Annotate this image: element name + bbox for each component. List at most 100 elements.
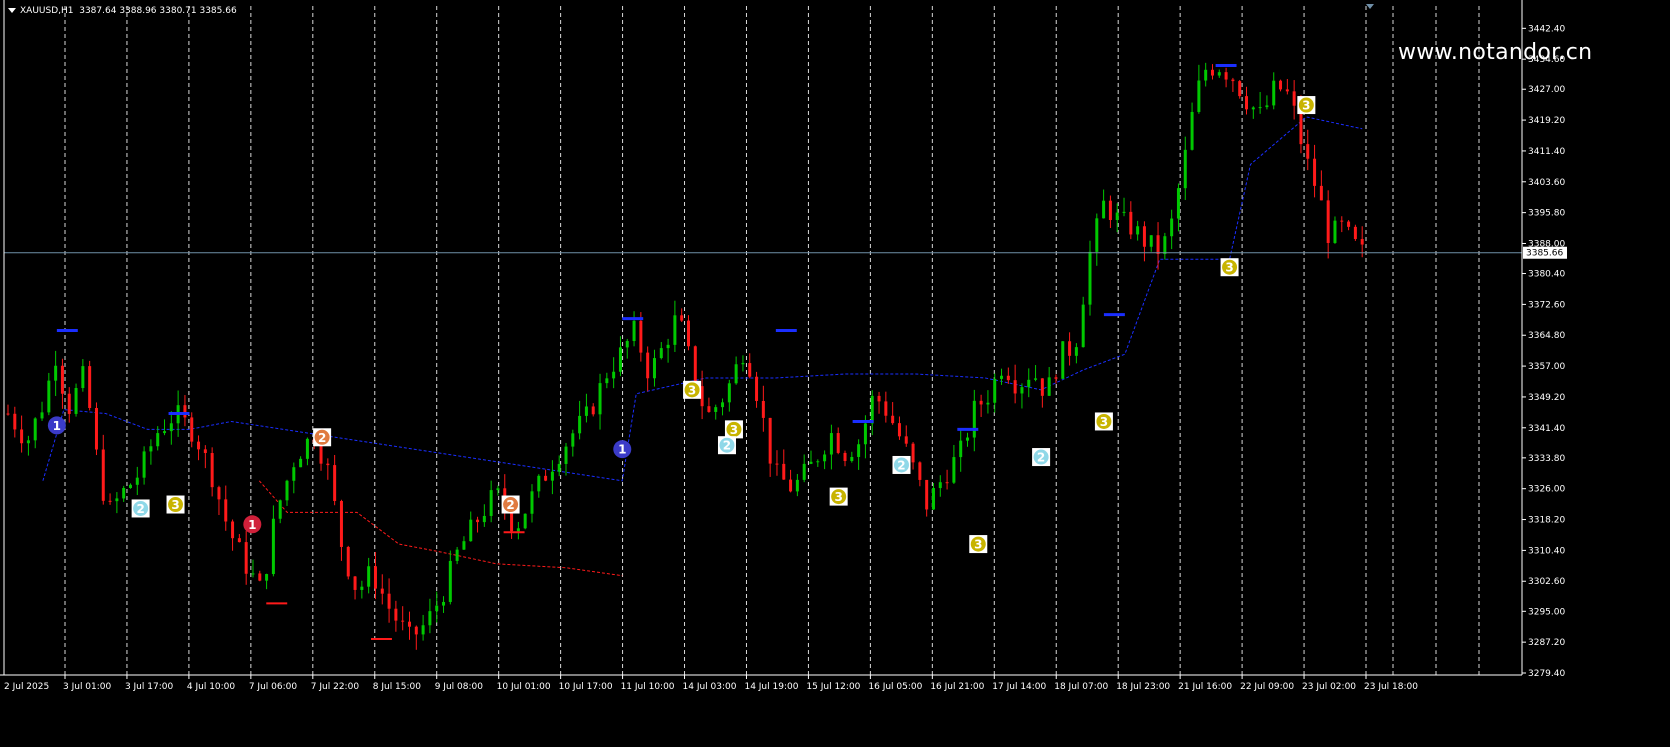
candle-body <box>782 463 786 480</box>
wave-badge: 2 <box>892 455 911 474</box>
candle-body <box>197 441 201 450</box>
candle-body <box>251 573 255 575</box>
candle-body <box>1279 80 1283 90</box>
candle-body <box>360 586 364 590</box>
price-tick-label: 3411.40 <box>1528 147 1565 157</box>
candle-body <box>687 320 690 347</box>
candle-body <box>40 412 44 419</box>
symbol-header[interactable]: XAUUSD,H1 3387.64 3388.96 3380.71 3385.6… <box>8 6 237 16</box>
candle-body <box>1360 239 1364 245</box>
candle-body <box>1333 220 1337 243</box>
candle-body <box>959 440 963 458</box>
candle-body <box>169 423 173 432</box>
candle-body <box>442 601 446 606</box>
candle-body <box>1088 251 1092 305</box>
candle-body <box>6 413 10 415</box>
wave-badge: 3 <box>829 487 848 506</box>
badge-label: 2 <box>1037 451 1045 465</box>
candle-body <box>462 541 466 550</box>
current-price-label: 3385.66 <box>1526 249 1563 259</box>
candle-body <box>1258 107 1262 109</box>
price-tick-label: 3372.60 <box>1528 300 1565 310</box>
time-tick-label: 2 Jul 2025 <box>4 682 49 692</box>
candle-body <box>81 366 85 389</box>
price-tick-label: 3357.00 <box>1528 362 1565 372</box>
time-tick-label: 3 Jul 01:00 <box>63 682 112 692</box>
candle-body <box>823 454 827 462</box>
candle-body <box>265 574 269 581</box>
candle-body <box>421 625 425 635</box>
chart-window[interactable]: 12312213323232333 3442.40 3434.60 3427.00 3… <box>0 0 1670 743</box>
candle-body <box>666 344 670 349</box>
candle-body <box>305 438 309 459</box>
price-tick-label: 3349.20 <box>1528 393 1565 403</box>
candle-body <box>1149 235 1153 247</box>
candle-body <box>768 417 772 464</box>
price-tick-label: 3380.40 <box>1528 270 1565 280</box>
candle-body <box>625 341 629 348</box>
candle-body <box>13 413 17 430</box>
candle-body <box>598 383 602 415</box>
wave-badge: 3 <box>969 535 988 554</box>
candle-body <box>557 463 561 472</box>
badge-label: 2 <box>723 439 731 453</box>
candle-body <box>224 499 228 522</box>
wave-badge: 2 <box>131 499 150 518</box>
time-tick-label: 10 Jul 01:00 <box>497 682 551 692</box>
chevron-down-icon[interactable] <box>8 8 16 13</box>
candle-body <box>258 573 262 581</box>
wave-badge: 3 <box>1094 412 1113 431</box>
candle-body <box>1347 221 1351 227</box>
time-tick-label: 9 Jul 08:00 <box>435 682 484 692</box>
candle-body <box>918 462 922 480</box>
price-tick-label: 3333.80 <box>1528 454 1565 464</box>
wave-badge: 2 <box>501 495 520 514</box>
candle-body <box>931 488 935 510</box>
candle-body <box>605 378 609 384</box>
badge-label: 3 <box>688 383 696 397</box>
price-tick-label: 3427.00 <box>1528 85 1565 95</box>
candle-body <box>680 315 684 321</box>
badge-label: 3 <box>730 423 738 437</box>
candle-body <box>945 482 949 484</box>
candle-body <box>727 383 731 403</box>
candle-body <box>1136 226 1140 235</box>
candle-body <box>836 433 840 453</box>
candle-body <box>326 463 330 466</box>
candle-body <box>67 393 71 414</box>
candle-body <box>1000 375 1004 379</box>
candle-body <box>693 346 697 387</box>
candle-body <box>891 415 895 424</box>
candle-body <box>1204 69 1208 81</box>
time-tick-label: 14 Jul 19:00 <box>744 682 798 692</box>
candle-body <box>380 588 384 594</box>
price-tick-label: 3302.60 <box>1528 577 1565 587</box>
candle-body <box>1183 149 1187 189</box>
candle-body <box>1238 81 1242 97</box>
candle-body <box>346 546 350 577</box>
candle-body <box>448 560 452 602</box>
candle-body <box>339 500 343 547</box>
candle-body <box>414 626 418 635</box>
badge-label: 2 <box>318 431 326 445</box>
candle-body <box>20 429 24 444</box>
candle-body <box>809 461 813 464</box>
candle-body <box>523 513 527 529</box>
time-tick-label: 18 Jul 23:00 <box>1116 682 1170 692</box>
price-tick-label: 3341.40 <box>1528 424 1565 434</box>
candle-body <box>108 500 112 502</box>
price-tick-label: 3326.00 <box>1528 485 1565 495</box>
candle-body <box>1047 377 1051 396</box>
badge-label: 3 <box>974 538 982 552</box>
price-tick-label: 3419.20 <box>1528 116 1565 126</box>
wave-badge: 1 <box>243 515 262 534</box>
candle-body <box>47 380 51 413</box>
time-tick-label: 17 Jul 14:00 <box>992 682 1046 692</box>
price-tick-label: 3287.20 <box>1528 638 1565 648</box>
candle-body <box>843 452 847 462</box>
candle-body <box>591 406 595 415</box>
candle-body <box>748 363 752 377</box>
price-chart[interactable]: 12 312213323232333 3442.403434.603427.003… <box>0 0 1670 743</box>
candle-body <box>673 315 677 345</box>
candle-body <box>863 423 867 445</box>
